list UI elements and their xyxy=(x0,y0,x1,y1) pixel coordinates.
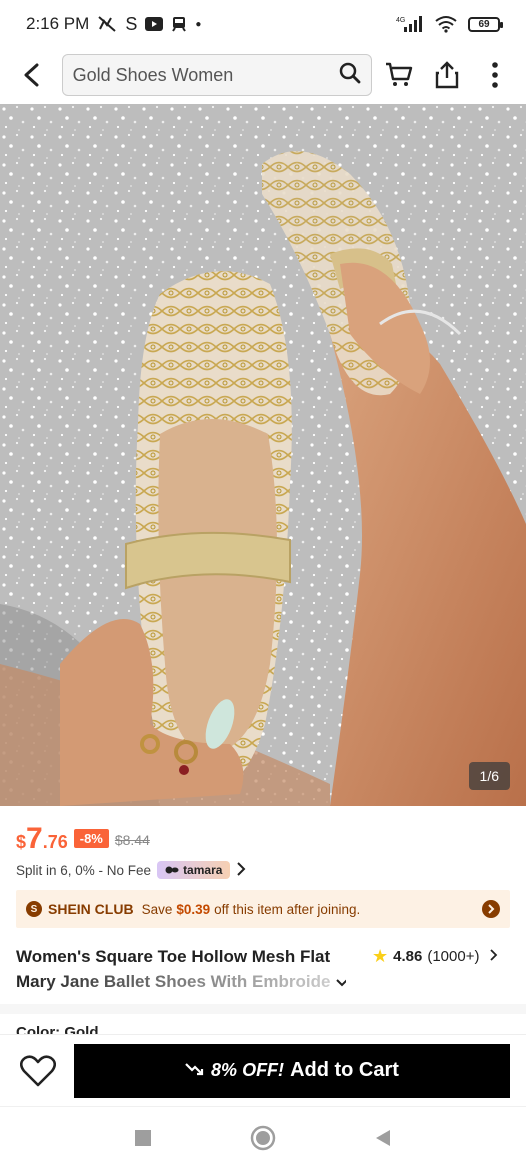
search-bar[interactable] xyxy=(61,54,372,96)
shein-club-banner[interactable]: S SHEIN CLUB Save $0.39 off this item af… xyxy=(16,890,510,928)
tamara-label: tamara xyxy=(183,863,223,877)
club-badge-icon: S xyxy=(26,901,42,917)
price-decimal: .76 xyxy=(42,832,68,852)
installment-row[interactable]: Split in 6, 0% - No Fee tamara xyxy=(16,861,246,879)
back-triangle-icon[interactable] xyxy=(368,1123,398,1153)
image-counter: 1/6 xyxy=(468,762,510,790)
header-actions xyxy=(382,58,512,92)
discount-badge: -8% xyxy=(73,829,109,848)
share-icon[interactable] xyxy=(430,58,464,92)
installment-text: Split in 6, 0% - No Fee xyxy=(16,862,152,878)
silent-icon xyxy=(97,15,117,33)
tram-icon xyxy=(171,16,187,32)
dot-icon: ● xyxy=(195,18,202,30)
product-image-gallery[interactable]: 1/6 xyxy=(0,104,526,806)
club-save-amount: $0.39 xyxy=(176,901,211,917)
s-app-icon: S xyxy=(125,13,138,34)
rating-summary[interactable]: ★ 4.86 (1000+) xyxy=(372,946,498,967)
bottom-action-bar: 8% OFF! Add to Cart xyxy=(0,1034,526,1106)
product-title-line2: Mary Jane Ballet Shoes With Embroide xyxy=(16,969,330,994)
club-arrow-icon[interactable] xyxy=(482,900,500,918)
chevron-right-icon[interactable] xyxy=(236,861,246,879)
trend-down-icon xyxy=(185,1059,205,1082)
price-currency: $ xyxy=(16,832,27,852)
status-time: 2:16 PM xyxy=(26,14,90,33)
status-left-icons: S ● xyxy=(97,14,201,35)
tamara-badge: tamara xyxy=(157,861,231,879)
club-suffix: off this item after joining. xyxy=(214,901,361,917)
system-navigation-bar xyxy=(0,1106,526,1169)
chevron-down-icon[interactable] xyxy=(336,969,346,994)
tamara-logo-icon xyxy=(165,866,179,874)
wifi-icon xyxy=(434,15,458,33)
section-divider xyxy=(0,1004,526,1014)
price-integer: 7 xyxy=(26,822,43,855)
product-photo xyxy=(0,104,526,806)
product-title-line2-row: Mary Jane Ballet Shoes With Embroide xyxy=(16,969,346,994)
club-name: SHEIN CLUB xyxy=(48,901,134,917)
sale-price: $ 7 .76 xyxy=(16,822,68,856)
rating-score: 4.86 xyxy=(393,948,423,965)
signal-icon: 4G xyxy=(394,15,424,33)
club-prefix: Save xyxy=(141,901,173,917)
recent-apps-icon[interactable] xyxy=(128,1123,158,1153)
more-vertical-icon[interactable] xyxy=(478,58,512,92)
add-to-cart-button[interactable]: 8% OFF! Add to Cart xyxy=(74,1043,510,1098)
product-title-line1: Women's Square Toe Hollow Mesh Flat xyxy=(16,947,331,966)
chevron-right-icon[interactable] xyxy=(490,948,498,965)
search-input[interactable] xyxy=(72,64,339,86)
battery-icon: 69 xyxy=(468,16,503,32)
status-right-icons: 4G 69 xyxy=(394,15,503,33)
top-navigation xyxy=(0,50,526,100)
svg-text:4G: 4G xyxy=(396,17,405,24)
price-row: $ 7 .76 -8% $8.44 xyxy=(16,822,150,856)
review-count: (1000+) xyxy=(427,948,480,965)
youtube-icon xyxy=(145,17,164,31)
original-price: $8.44 xyxy=(114,832,150,848)
home-icon[interactable] xyxy=(248,1123,278,1153)
status-bar: 2:16 PM S ● 4G 69 xyxy=(0,0,526,48)
star-icon: ★ xyxy=(372,946,389,966)
cart-icon[interactable] xyxy=(382,58,416,92)
back-arrow-icon[interactable] xyxy=(14,57,50,93)
add-to-cart-label: Add to Cart xyxy=(290,1059,399,1081)
heart-icon[interactable] xyxy=(16,1049,60,1093)
promo-label: 8% OFF! xyxy=(211,1060,285,1080)
search-icon[interactable] xyxy=(339,62,361,89)
product-title[interactable]: Women's Square Toe Hollow Mesh Flat Mary… xyxy=(16,944,346,994)
